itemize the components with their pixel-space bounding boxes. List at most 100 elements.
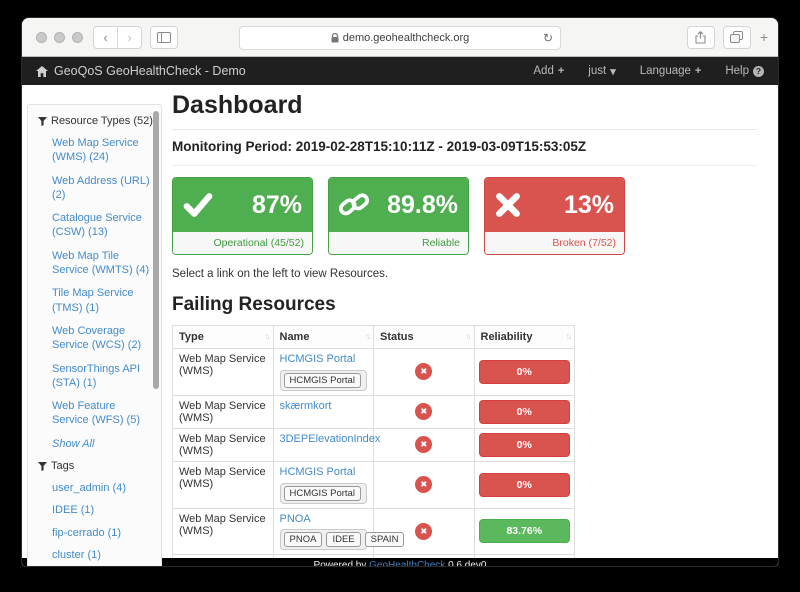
navbar-menu: Add + just ▾ Language + Help ?	[533, 65, 764, 78]
page-body: Resource Types (52) Web Map Service (WMS…	[22, 91, 778, 566]
sidebar-item-resource-type: Catalogue Service (CSW) (13)	[52, 211, 153, 240]
status-broken-icon[interactable]: ✖	[415, 436, 432, 453]
resource-type-link[interactable]: Catalogue Service (CSW) (13)	[52, 211, 153, 240]
column-header-type[interactable]: Type ↑↓	[173, 326, 274, 349]
sort-icon[interactable]: ↑↓	[566, 331, 571, 341]
cell-reliability: 0%	[474, 461, 575, 508]
status-broken-icon[interactable]: ✖	[415, 523, 432, 540]
resource-type-link[interactable]: Web Coverage Service (WCS) (2)	[52, 324, 153, 353]
share-button[interactable]	[687, 26, 715, 49]
stat-cards: 87% Operational (45/52) 89.8%	[172, 177, 757, 255]
refresh-button[interactable]: ↻	[543, 31, 553, 45]
reliability-button[interactable]: 0%	[479, 400, 571, 424]
cell-name: skærmkort	[273, 395, 374, 428]
broken-value: 13%	[564, 191, 614, 220]
resource-name-link[interactable]: HCMGIS Portal	[280, 353, 356, 367]
resource-type-link[interactable]: Web Map Service (WMS) (24)	[52, 136, 153, 165]
cell-status: ✖	[374, 461, 475, 508]
tag-chip[interactable]: SPAIN	[365, 532, 405, 547]
reliable-card-top: 89.8%	[329, 178, 468, 232]
reliability-button[interactable]: 0%	[479, 473, 571, 497]
status-broken-icon[interactable]: ✖	[415, 363, 432, 380]
nav-user-menu[interactable]: just ▾	[588, 65, 615, 78]
browser-chrome: ‹ › demo.geohealthcheck.org ↻	[22, 18, 778, 57]
cell-reliability: 83.76%	[474, 508, 575, 555]
sidebar-item-tag: IDEE (1)	[52, 503, 153, 517]
failing-resources-table: Type↑↓Name↑↓Status↑↓Reliability↑↓ Web Ma…	[172, 325, 575, 566]
history-buttons: ‹ ›	[93, 26, 142, 49]
reliable-card[interactable]: 89.8% Reliable	[328, 177, 469, 255]
brand-label: GeoQoS GeoHealthCheck - Demo	[54, 64, 246, 78]
tabs-icon	[730, 31, 743, 43]
column-header-name[interactable]: Name↑↓	[273, 326, 374, 349]
tags-list: user_admin (4) IDEE (1) fip-cerrado (1) clu…	[38, 481, 153, 566]
resource-type-link[interactable]: Web Map Tile Service (WMTS) (4)	[52, 249, 153, 278]
nav-language-menu[interactable]: Language +	[640, 65, 702, 77]
column-label: Type	[179, 331, 204, 343]
nav-help-link[interactable]: Help ?	[725, 65, 764, 77]
broken-label: Broken (7/52)	[485, 232, 624, 254]
resource-type-link[interactable]: Tile Map Service (TMS) (1)	[52, 286, 153, 315]
sidebar-scrollbar[interactable]	[153, 111, 159, 389]
resource-name-link[interactable]: 3DEPElevationIndex	[280, 433, 381, 447]
sort-icon[interactable]: ↑↓	[264, 331, 269, 341]
share-icon	[695, 31, 706, 44]
tag-chip[interactable]: PNOA	[284, 532, 323, 547]
close-window-button[interactable]	[36, 32, 47, 43]
minimize-window-button[interactable]	[54, 32, 65, 43]
tag-link[interactable]: fip-cerrado (1)	[52, 526, 153, 540]
tag-link[interactable]: IDEE (1)	[52, 503, 153, 517]
reliable-label: Reliable	[329, 232, 468, 254]
chrome-right-buttons: +	[687, 26, 770, 49]
operational-card[interactable]: 87% Operational (45/52)	[172, 177, 313, 255]
geohealthcheck-link[interactable]: GeoHealthCheck	[369, 560, 445, 566]
resource-name-link[interactable]: PNOA	[280, 513, 311, 527]
help-icon: ?	[753, 66, 764, 77]
resource-type-link[interactable]: SensorThings API (STA) (1)	[52, 362, 153, 391]
resource-type-link[interactable]: Web Feature Service (WFS) (5)	[52, 399, 153, 428]
new-tab-button[interactable]: +	[758, 29, 770, 45]
table-row: Web Map Service (WMS)PNOAPNOAIDEESPAIN✖8…	[173, 508, 575, 555]
operational-label: Operational (45/52)	[173, 232, 312, 254]
sidebar-item-show-all: Show All	[52, 437, 153, 451]
reliability-button[interactable]: 0%	[479, 433, 571, 457]
nav-add-menu[interactable]: Add +	[533, 65, 564, 77]
nav-help-label: Help	[725, 65, 749, 77]
reliability-button[interactable]: 0%	[479, 360, 571, 384]
sort-icon[interactable]: ↑↓	[365, 331, 370, 341]
cell-type: Web Map Service (WMS)	[173, 461, 274, 508]
status-broken-icon[interactable]: ✖	[415, 476, 432, 493]
status-broken-icon[interactable]: ✖	[415, 403, 432, 420]
tags-header: Tags	[38, 460, 153, 472]
column-header-reliability[interactable]: Reliability↑↓	[474, 326, 575, 349]
sidebar-item-resource-type: Tile Map Service (TMS) (1)	[52, 286, 153, 315]
tag-link[interactable]: cluster (1)	[52, 548, 153, 562]
navbar-brand[interactable]: GeoQoS GeoHealthCheck - Demo	[36, 64, 246, 78]
tag-chip[interactable]: IDEE	[326, 532, 360, 547]
zoom-window-button[interactable]	[72, 32, 83, 43]
tabs-button[interactable]	[723, 26, 751, 49]
tag-link[interactable]: user_admin (4)	[52, 481, 153, 495]
address-bar[interactable]: demo.geohealthcheck.org ↻	[239, 26, 561, 50]
column-header-status[interactable]: Status↑↓	[374, 326, 475, 349]
sort-icon[interactable]: ↑↓	[465, 331, 470, 341]
chain-icon	[339, 190, 369, 220]
resource-type-link[interactable]: Web Address (URL) (2)	[52, 174, 153, 203]
nav-add-label: Add	[533, 65, 553, 77]
browser-window: ‹ › demo.geohealthcheck.org ↻	[22, 18, 778, 566]
tags-box: PNOAIDEESPAIN	[280, 529, 368, 550]
back-button[interactable]: ‹	[94, 27, 117, 48]
resource-name-link[interactable]: HCMGIS Portal	[280, 466, 356, 480]
broken-card[interactable]: 13% Broken (7/52)	[484, 177, 625, 255]
show-all-link[interactable]: Show All	[52, 437, 153, 451]
cell-name: 3DEPElevationIndex	[273, 428, 374, 461]
sidebar-toggle-button[interactable]	[150, 26, 178, 49]
tag-chip[interactable]: HCMGIS Portal	[284, 486, 361, 501]
reliable-value: 89.8%	[387, 191, 458, 220]
tag-chip[interactable]: HCMGIS Portal	[284, 373, 361, 388]
cell-status: ✖	[374, 395, 475, 428]
resource-name-link[interactable]: skærmkort	[280, 400, 332, 414]
sidebar-toggle-icon	[157, 32, 171, 43]
forward-button[interactable]: ›	[117, 27, 141, 48]
reliability-button[interactable]: 83.76%	[479, 519, 571, 543]
